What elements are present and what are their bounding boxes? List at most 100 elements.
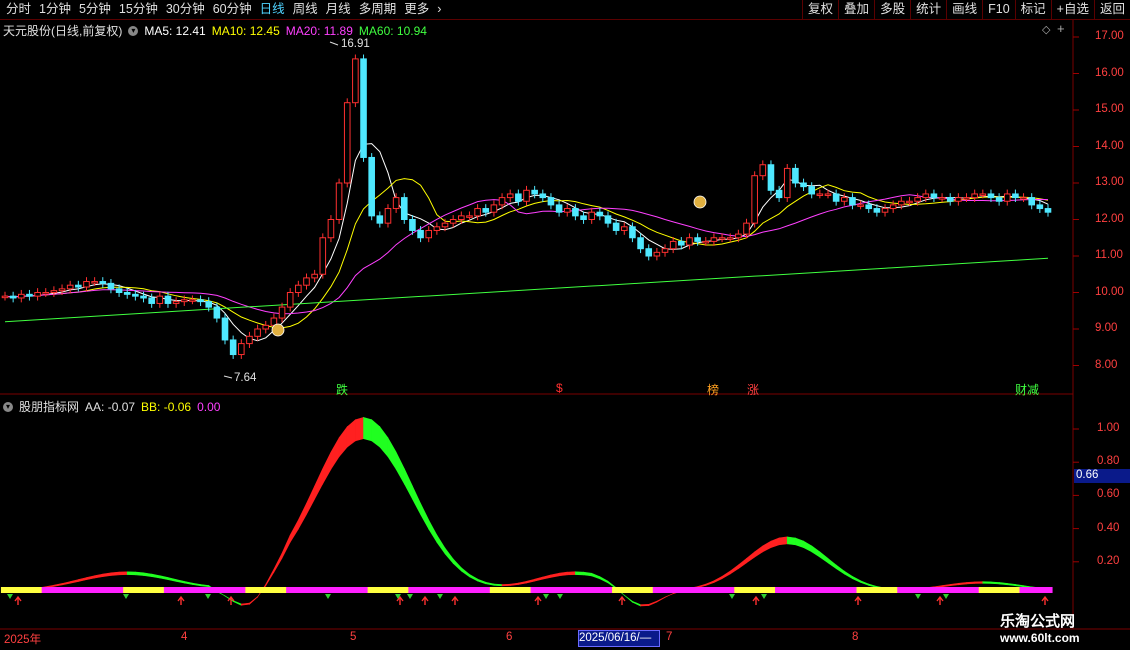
indicator-band bbox=[958, 582, 967, 586]
candle-body bbox=[612, 222, 620, 231]
indicator-band bbox=[949, 583, 959, 587]
marker-bang[interactable]: 榜 bbox=[707, 381, 719, 398]
indicator-band bbox=[249, 596, 258, 605]
candle-body bbox=[963, 197, 970, 200]
signal-bar-segment bbox=[669, 587, 678, 593]
price-tick-label: 8.00 bbox=[1095, 358, 1118, 371]
candle-body bbox=[808, 186, 815, 195]
indicator-band bbox=[265, 568, 275, 587]
down-arrow-icon bbox=[205, 594, 211, 599]
candle-body bbox=[832, 193, 840, 202]
indicator-band bbox=[78, 577, 87, 582]
signal-bar-segment bbox=[921, 587, 931, 593]
candle-body bbox=[824, 193, 832, 196]
price-tick-label: 13.00 bbox=[1095, 176, 1124, 188]
up-arrow-icon bbox=[177, 595, 185, 605]
up-arrow-icon bbox=[854, 595, 862, 605]
indicator-band bbox=[778, 536, 788, 546]
indicator-band bbox=[819, 551, 829, 564]
signal-bar-segment bbox=[465, 587, 475, 593]
price-tick-label: 17.00 bbox=[1095, 30, 1124, 42]
candle-body bbox=[767, 164, 775, 191]
candle-body bbox=[1036, 204, 1044, 210]
candle-body bbox=[449, 219, 457, 224]
indicator-band bbox=[110, 571, 120, 576]
signal-bar-segment bbox=[506, 587, 515, 593]
candle-body bbox=[515, 193, 522, 202]
ma-line bbox=[4, 257, 1049, 323]
candle-body bbox=[1003, 193, 1011, 202]
candle-body bbox=[971, 193, 978, 199]
down-arrow-icon bbox=[7, 594, 13, 599]
candle-body bbox=[506, 193, 514, 199]
indicator-band bbox=[322, 451, 332, 485]
signal-bar-segment bbox=[995, 587, 1004, 593]
signal-bar-segment bbox=[49, 587, 59, 593]
indicator-band bbox=[843, 570, 853, 580]
signal-bar-segment bbox=[261, 587, 271, 593]
signal-bar-segment bbox=[302, 587, 312, 593]
signal-bar-segment bbox=[603, 587, 613, 593]
signal-bar-segment bbox=[457, 587, 466, 593]
signal-bar-segment bbox=[196, 587, 206, 593]
candle-body bbox=[140, 295, 147, 299]
marker-die[interactable]: 跌 bbox=[336, 381, 348, 398]
signal-bar-segment bbox=[766, 587, 776, 593]
indicator-band bbox=[346, 419, 356, 448]
indicator-band bbox=[444, 547, 454, 565]
indicator-band bbox=[420, 503, 430, 531]
marker-zhang[interactable]: 涨 bbox=[747, 381, 759, 398]
down-arrow-icon bbox=[761, 594, 767, 599]
kline-chart[interactable] bbox=[0, 0, 1130, 650]
signal-bar-segment bbox=[856, 587, 866, 593]
indicator-band bbox=[713, 575, 723, 583]
indicator-band bbox=[485, 581, 495, 586]
indicator-band bbox=[746, 551, 755, 564]
indicator-band bbox=[363, 416, 372, 442]
indicator-band bbox=[192, 582, 201, 587]
indicator-band bbox=[632, 600, 641, 607]
signal-bar-segment bbox=[612, 587, 621, 593]
indicator-band bbox=[61, 581, 71, 586]
indicator-band bbox=[281, 534, 291, 559]
signal-bar-segment bbox=[41, 587, 51, 593]
signal-bar-segment bbox=[685, 587, 695, 593]
down-arrow-icon bbox=[543, 594, 549, 599]
candle-body bbox=[295, 284, 302, 294]
candle-body bbox=[661, 248, 669, 253]
candle-body bbox=[1012, 193, 1019, 199]
signal-bar-segment bbox=[546, 587, 556, 593]
marker-caijian[interactable]: 财减 bbox=[1015, 381, 1039, 398]
down-arrow-icon bbox=[915, 594, 921, 599]
candle-body bbox=[849, 197, 856, 206]
indicator-band bbox=[143, 572, 152, 577]
signal-bar-segment bbox=[522, 587, 532, 593]
marker-dollar[interactable]: $ bbox=[556, 381, 563, 395]
candle-body bbox=[221, 317, 229, 341]
candle-body bbox=[580, 215, 587, 221]
candle-body bbox=[629, 226, 636, 239]
indicator-band bbox=[338, 425, 348, 458]
signal-bar-segment bbox=[98, 587, 108, 593]
signal-bar-segment bbox=[481, 587, 491, 593]
signal-bar-segment bbox=[237, 587, 246, 593]
indicator-tick-label: 0.60 bbox=[1097, 488, 1120, 501]
cursor-date-label: 2025/06/16/— bbox=[578, 630, 660, 647]
candle-body bbox=[474, 208, 481, 217]
candle-body bbox=[132, 293, 139, 297]
signal-bar-segment bbox=[660, 587, 670, 593]
indicator-band bbox=[183, 581, 193, 585]
candle-body bbox=[164, 295, 172, 304]
indicator-band bbox=[982, 581, 992, 584]
indicator-band bbox=[1006, 583, 1016, 587]
indicator-band bbox=[493, 583, 503, 587]
indicator-band bbox=[371, 419, 381, 448]
candle-body bbox=[392, 197, 400, 210]
signal-bar-segment bbox=[954, 587, 963, 593]
indicator-tick-label: 0.80 bbox=[1097, 455, 1120, 468]
candle-body bbox=[1020, 197, 1027, 200]
indicator-band bbox=[126, 571, 136, 576]
indicator-band bbox=[232, 600, 242, 606]
candle-body bbox=[792, 167, 799, 184]
indicator-band bbox=[1015, 584, 1024, 588]
